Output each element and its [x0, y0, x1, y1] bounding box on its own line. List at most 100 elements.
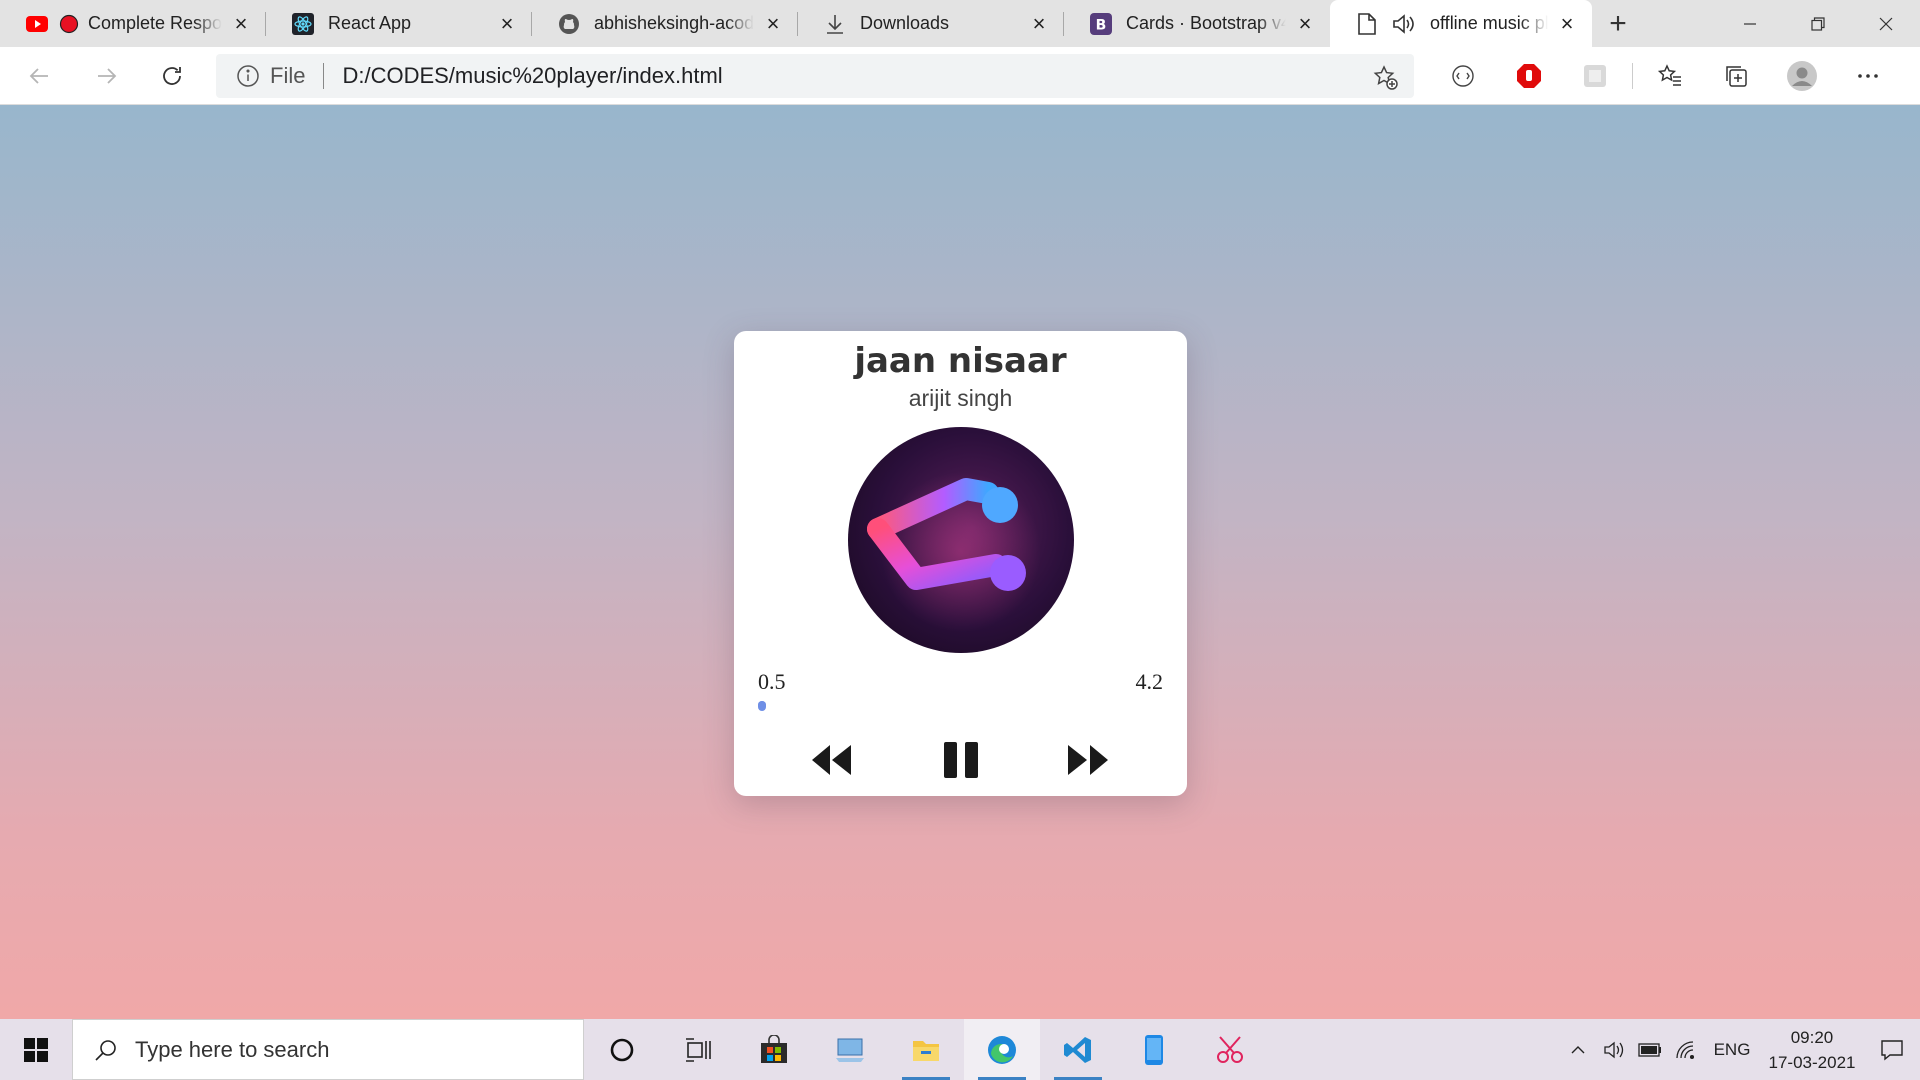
tab-react-app[interactable]: React App × [266, 0, 532, 47]
close-tab-icon[interactable]: × [230, 12, 252, 35]
computer-icon [836, 1038, 864, 1062]
file-explorer-button[interactable] [888, 1019, 964, 1080]
folder-icon [913, 1040, 939, 1061]
volume-icon [1604, 1041, 1624, 1058]
system-tray: ENG 09:20 17-03-2021 [1560, 1019, 1920, 1080]
browser-toolbar: File D:/CODES/music%20player/index.html [0, 47, 1920, 105]
favorites-button[interactable] [1637, 47, 1703, 105]
tab-github[interactable]: abhisheksingh-acode × [532, 0, 798, 47]
tab-title: Downloads [860, 13, 1020, 34]
tab-bootstrap-cards[interactable]: B Cards · Bootstrap v4. × [1064, 0, 1330, 47]
close-tab-icon[interactable]: × [1294, 12, 1316, 35]
battery-button[interactable] [1632, 1019, 1668, 1080]
bootstrap-icon: B [1090, 12, 1112, 35]
close-window-button[interactable] [1852, 0, 1920, 47]
refresh-icon [163, 66, 181, 85]
taskbar-search-box[interactable]: Type here to search [72, 1019, 584, 1080]
address-divider [323, 63, 325, 89]
back-arrow-icon [29, 67, 48, 84]
cortana-icon [610, 1038, 634, 1061]
notification-icon [1881, 1039, 1903, 1060]
tab-music-player[interactable]: offline music pl × [1330, 0, 1592, 47]
close-tab-icon[interactable]: × [1556, 12, 1578, 35]
progress-bar[interactable] [758, 701, 1163, 711]
fast-forward-icon [1068, 745, 1108, 775]
settings-menu-button[interactable] [1835, 47, 1901, 105]
snipping-tool-button[interactable] [1192, 1019, 1268, 1080]
restore-button[interactable] [1784, 0, 1852, 47]
youtube-icon [26, 13, 48, 35]
info-icon[interactable] [236, 64, 260, 88]
music-note-logo [867, 472, 1041, 632]
scheme-label: File [270, 63, 306, 88]
browser-tools [1430, 47, 1901, 105]
avatar [1787, 61, 1817, 91]
window-controls [1716, 0, 1920, 47]
tab-title: React App [328, 13, 488, 34]
network-button[interactable] [1668, 1019, 1704, 1080]
tab-title: abhisheksingh-acode [594, 13, 754, 34]
new-tab-button[interactable]: + [1592, 0, 1644, 47]
input-language[interactable]: ENG [1704, 1040, 1760, 1060]
forward-button[interactable] [80, 56, 132, 96]
forward-arrow-icon [98, 67, 117, 84]
svg-text:B: B [1096, 17, 1107, 33]
previous-track-button[interactable] [810, 737, 854, 783]
immersive-reader-button[interactable] [1430, 47, 1496, 105]
album-cover [848, 427, 1074, 653]
adblock-extension-button[interactable] [1496, 47, 1562, 105]
address-bar[interactable]: File D:/CODES/music%20player/index.html [216, 54, 1414, 98]
next-track-button[interactable] [1066, 737, 1110, 783]
tab-youtube[interactable]: Complete Respor × [0, 0, 266, 47]
extension-button[interactable] [1562, 47, 1628, 105]
close-tab-icon[interactable]: × [762, 12, 784, 35]
search-icon [95, 1039, 116, 1061]
minimize-button[interactable] [1716, 0, 1784, 47]
toolbar-divider [1632, 63, 1633, 89]
task-view-button[interactable] [660, 1019, 736, 1080]
close-tab-icon[interactable]: × [496, 12, 518, 35]
tab-title: Cards · Bootstrap v4. [1126, 13, 1286, 34]
show-hidden-icons-button[interactable] [1560, 1019, 1596, 1080]
collections-icon [1726, 66, 1747, 87]
profile-button[interactable] [1769, 47, 1835, 105]
action-center-button[interactable] [1864, 1019, 1920, 1080]
task-view-icon [686, 1037, 711, 1062]
start-button[interactable] [0, 1019, 72, 1080]
edge-icon [988, 1035, 1016, 1064]
volume-button[interactable] [1596, 1019, 1632, 1080]
page-icon [1356, 12, 1378, 35]
clock-time: 09:20 [1790, 1027, 1834, 1047]
download-icon [824, 13, 846, 35]
add-favorite-icon[interactable] [1372, 64, 1398, 90]
cortana-button[interactable] [584, 1019, 660, 1080]
music-player-card: jaan nisaar arijit singh 0.5 4.2 [734, 331, 1187, 796]
back-button[interactable] [14, 56, 66, 96]
current-time: 0.5 [758, 669, 786, 694]
store-icon [761, 1034, 787, 1063]
microsoft-store-button[interactable] [736, 1019, 812, 1080]
chevron-up-icon [1571, 1045, 1585, 1053]
taskbar-clock[interactable]: 09:20 17-03-2021 [1760, 1025, 1864, 1075]
song-artist: arijit singh [908, 385, 1013, 411]
this-pc-button[interactable] [812, 1019, 888, 1080]
vscode-icon [1064, 1036, 1091, 1063]
rewind-icon [812, 745, 851, 775]
tab-downloads[interactable]: Downloads × [798, 0, 1064, 47]
pause-icon [944, 742, 978, 778]
edge-browser-button[interactable] [964, 1019, 1040, 1080]
favorites-icon [1657, 64, 1681, 86]
phone-app-button[interactable] [1116, 1019, 1192, 1080]
progress-thumb[interactable] [758, 701, 767, 711]
clock-date: 17-03-2021 [1768, 1052, 1856, 1072]
total-duration: 4.2 [1135, 669, 1164, 694]
pause-button[interactable] [942, 737, 980, 783]
adblock-icon [1517, 64, 1541, 88]
collections-button[interactable] [1703, 47, 1769, 105]
vscode-button[interactable] [1040, 1019, 1116, 1080]
refresh-button[interactable] [146, 56, 198, 96]
github-icon [558, 13, 580, 35]
audio-playing-icon[interactable] [1392, 13, 1416, 35]
close-tab-icon[interactable]: × [1028, 12, 1050, 35]
url-text[interactable]: D:/CODES/music%20player/index.html [342, 63, 722, 89]
